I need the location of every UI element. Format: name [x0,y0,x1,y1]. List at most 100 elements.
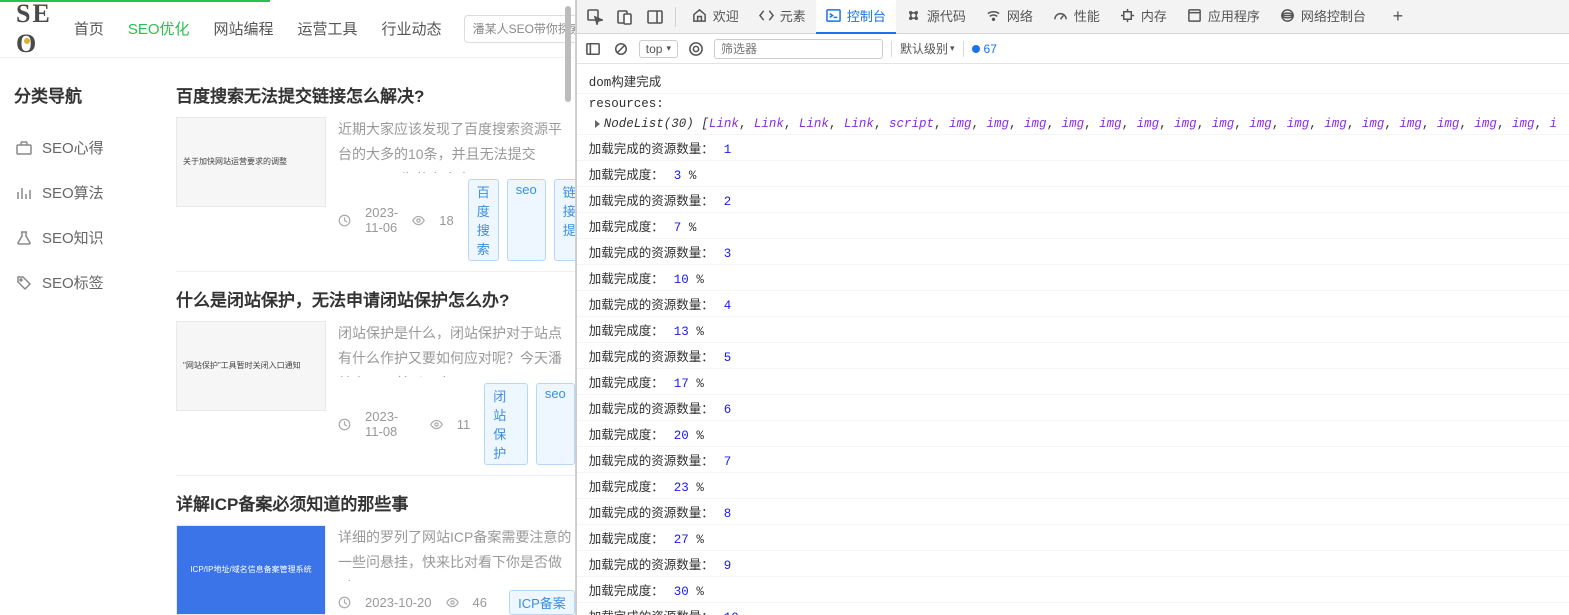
scrollbar-thumb[interactable] [565,6,571,102]
tag[interactable]: ICP备案 [509,590,575,615]
console-line: 加载完成的资源数量：2 [577,187,1569,213]
article-thumb[interactable]: "网站保护"工具暂时关闭入口通知 [176,321,326,411]
console-line: dom构建完成 [577,68,1569,94]
info-dot-icon [972,45,980,53]
console-filter-input[interactable] [714,39,883,59]
tab-label: 网络控制台 [1301,6,1366,25]
console-line: 加载完成度：17 % [577,369,1569,395]
article-title[interactable]: 详解ICP备案必须知道的那些事 [176,490,575,515]
chip-icon [1120,8,1135,23]
sidebar-item-2[interactable]: SEO知识 [10,215,150,260]
tab-label: 应用程序 [1208,6,1260,25]
devtools-tab-app[interactable]: 应用程序 [1177,0,1270,34]
chart-icon [16,185,32,201]
article-title[interactable]: 百度搜索无法提交链接怎么解决? [176,82,575,107]
clock-icon [338,214,351,227]
console-line: NodeList(30) [Link, Link, Link, Link, sc… [577,114,1569,135]
console-line: 加载完成的资源数量：4 [577,291,1569,317]
console-output[interactable]: dom构建完成resources:NodeList(30) [Link, Lin… [577,64,1569,615]
tag[interactable]: 链接提 [554,179,575,261]
nav-item-3[interactable]: 运营工具 [296,14,360,43]
expand-triangle-icon[interactable] [595,120,600,128]
code-icon [759,8,774,23]
device-toggle-button[interactable] [611,3,639,31]
bug-icon [906,8,921,23]
website-pane: SEO 首页SEO优化网站编程运营工具行业动态 潘某人SEO带你探索SEO的 分… [0,0,576,615]
article-list: 百度搜索无法提交链接怎么解决? 关于加快网站运营要求的调整近期大家应该发现了百度搜… [160,58,575,615]
console-line: 加载完成的资源数量：8 [577,499,1569,525]
top-nav: SEO 首页 SEO优化网站编程运营工具行业动态 潘某人SEO带你探索SEO的 [0,0,575,58]
article-views: 46 [473,595,487,610]
search-input[interactable]: 潘某人SEO带你探索SEO的 [464,15,576,43]
article-2: 详解ICP备案必须知道的那些事 ICP/IP地址/域名信息备案管理系统详细的罗列了… [176,476,575,615]
devtools-tab-code[interactable]: 元素 [749,0,816,34]
sidebar-item-0[interactable]: SEO心得 [10,125,150,170]
console-line: 加载完成度：3 % [577,161,1569,187]
eye-icon [430,418,443,431]
article-desc: 近期大家应该发现了百度搜索资源平台的大多的10条，并且无法提交sitemap，为… [338,117,575,173]
tab-label: 网络 [1007,6,1033,25]
clock-icon [338,418,351,431]
article-0: 百度搜索无法提交链接怎么解决? 关于加快网站运营要求的调整近期大家应该发现了百度搜… [176,68,575,272]
devtools-tab-home[interactable]: 欢迎 [682,0,749,34]
devtools-tab-chip[interactable]: 内存 [1110,0,1177,34]
home-icon [692,8,707,23]
live-expression-button[interactable] [686,39,706,59]
sidebar-item-3[interactable]: SEO标签 [10,260,150,305]
sidebar-item-label: SEO标签 [42,272,104,293]
devtools-tab-console[interactable]: 控制台 [816,0,896,34]
devtools-tab-wifi[interactable]: 网络 [976,0,1043,34]
clear-console-button[interactable] [611,39,631,59]
article-desc: 详细的罗列了网站ICP备案需要注意的一些问悬挂，快来比对看下你是否做对了。 [338,525,575,581]
clock-icon [338,596,351,609]
article-thumb[interactable]: ICP/IP地址/域名信息备案管理系统 [176,525,326,615]
tab-label: 源代码 [927,6,966,25]
console-line: 加载完成度：23 % [577,473,1569,499]
eye-icon [446,596,459,609]
tab-label: 内存 [1141,6,1167,25]
add-tab-button[interactable]: + [1384,3,1412,31]
tag[interactable]: seo [507,179,546,261]
nav-item-1[interactable]: SEO优化 [126,14,192,43]
tag[interactable]: 闭站保护 [484,383,528,465]
nav-item-2[interactable]: 网站编程 [212,14,276,43]
article-meta: 2023-11-0811闭站保护seo [338,383,575,465]
inspect-element-button[interactable] [581,3,609,31]
devtools-tab-gauge[interactable]: 性能 [1043,0,1110,34]
console-line: 加载完成度：10 % [577,265,1569,291]
message-count-badge[interactable]: 67 [972,42,997,56]
wifi-icon [986,8,1001,23]
flask-icon [16,230,32,246]
devtools-pane: 欢迎元素控制台 源代码 网络 性能 内存 应用程序 网络控制台 + top▾ 默认级别▾ 6… [576,0,1569,615]
tab-label: 性能 [1074,6,1100,25]
briefcase-icon [16,140,32,156]
eye-icon [412,214,425,227]
article-title[interactable]: 什么是闭站保护，无法申请闭站保护怎么办? [176,286,575,311]
article-meta: 2023-10-2046ICP备案 [338,590,575,615]
console-toolbar: top▾ 默认级别▾ 67 [577,34,1569,64]
console-line: resources: [577,94,1569,114]
dock-side-button[interactable] [641,3,669,31]
devtools-tabbar: 欢迎元素控制台 源代码 网络 性能 内存 应用程序 网络控制台 + [577,0,1569,34]
sidebar-item-label: SEO心得 [42,137,104,158]
nav-item-4[interactable]: 行业动态 [380,14,444,43]
devtools-tab-bug[interactable]: 源代码 [896,0,976,34]
console-line: 加载完成的资源数量：1 [577,135,1569,161]
article-1: 什么是闭站保护，无法申请闭站保护怎么办? "网站保护"工具暂时关闭入口通知闭站保护… [176,272,575,476]
site-logo[interactable]: SEO [16,0,52,59]
execution-context-select[interactable]: top▾ [639,40,678,58]
devtools-tab-net[interactable]: 网络控制台 [1270,0,1376,34]
tab-label: 欢迎 [713,6,739,25]
sidebar-toggle-button[interactable] [583,39,603,59]
log-level-select[interactable]: 默认级别▾ [900,40,955,57]
tag[interactable]: 百度搜索 [468,179,499,261]
article-date: 2023-11-08 [365,409,416,439]
console-line: 加载完成度：20 % [577,421,1569,447]
sidebar-item-label: SEO知识 [42,227,104,248]
article-thumb[interactable]: 关于加快网站运营要求的调整 [176,117,326,207]
console-icon [826,8,841,23]
sidebar-item-1[interactable]: SEO算法 [10,170,150,215]
tag[interactable]: seo [536,383,575,465]
app-icon [1187,8,1202,23]
nav-item-0[interactable]: 首页 [72,14,106,43]
